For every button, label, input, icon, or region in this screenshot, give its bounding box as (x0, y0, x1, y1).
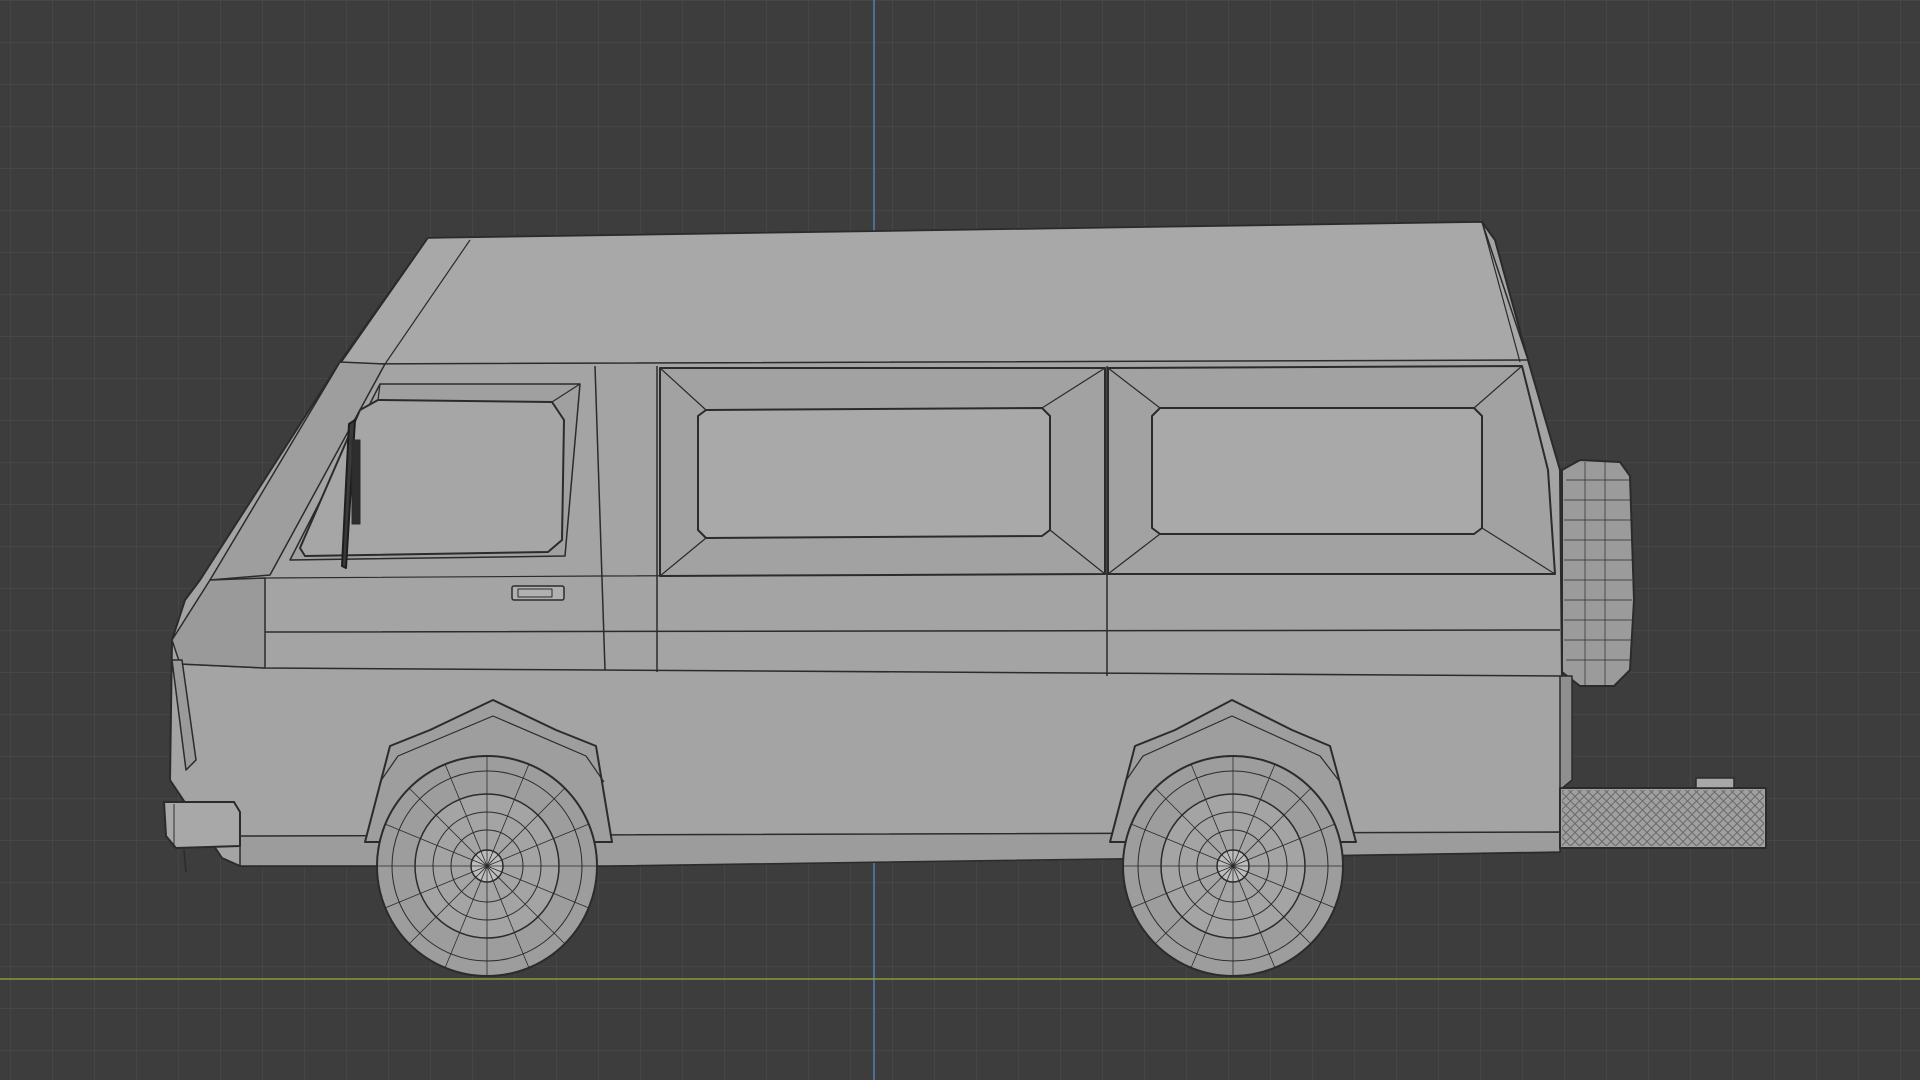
door-handle[interactable] (511, 585, 565, 601)
rear-bracket (1559, 675, 1573, 791)
spare-tire[interactable] (1561, 459, 1635, 687)
rear-wheel[interactable] (1122, 755, 1344, 977)
3d-viewport[interactable] (0, 0, 1920, 1080)
viewport-scene[interactable] (0, 0, 1920, 1080)
rear-step[interactable] (1559, 777, 1767, 849)
front-wheel[interactable] (376, 755, 598, 977)
roof-panel (339, 221, 1529, 365)
